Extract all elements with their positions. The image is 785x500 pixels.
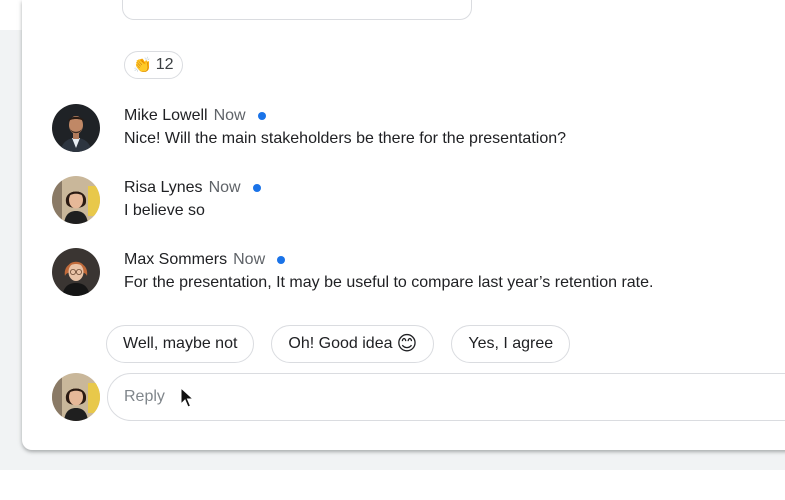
message-timestamp: Now <box>213 107 246 124</box>
unread-dot-icon <box>252 184 261 192</box>
unread-dot-icon <box>277 256 286 264</box>
sender-name[interactable]: Mike Lowell <box>124 107 208 125</box>
mouse-pointer-icon <box>180 386 195 414</box>
reply-input[interactable]: Reply <box>107 373 785 421</box>
reaction-chip[interactable]: 👏 12 <box>124 51 184 79</box>
smart-reply-suggestions: Well, maybe not Oh! Good idea 😊 Yes, I a… <box>106 325 571 363</box>
message-text: Nice! Will the main stakeholders be ther… <box>124 130 567 147</box>
avatar-max-sommers[interactable] <box>52 248 100 296</box>
previous-message-bubble <box>122 0 472 20</box>
reply-placeholder: Reply <box>124 388 165 405</box>
message-item: Risa Lynes Now I believe so <box>124 177 261 220</box>
message-text: I believe so <box>124 202 205 219</box>
reaction-count: 12 <box>155 56 174 73</box>
chat-thread-card: 👏 12 Mike Lowell Now Nice! Will the main… <box>22 0 785 450</box>
avatar-risa-lynes[interactable] <box>52 176 100 224</box>
unread-dot-icon <box>257 112 266 120</box>
message-timestamp: Now <box>208 179 241 196</box>
message-item: Mike Lowell Now Nice! Will the main stak… <box>124 105 566 148</box>
smiling-face-icon: 😊 <box>396 333 418 355</box>
message-item: Max Sommers Now For the presentation, It… <box>124 249 653 292</box>
smart-reply-label: Well, maybe not <box>123 335 238 352</box>
message-timestamp: Now <box>233 251 266 268</box>
avatar-current-user[interactable] <box>52 373 100 421</box>
smart-reply-chip[interactable]: Yes, I agree <box>451 325 571 363</box>
clapping-hands-icon: 👏 <box>133 56 152 74</box>
smart-reply-chip[interactable]: Oh! Good idea 😊 <box>271 325 435 363</box>
sender-name[interactable]: Max Sommers <box>124 251 227 269</box>
smart-reply-label: Yes, I agree <box>468 335 554 352</box>
avatar-mike-lowell[interactable] <box>52 104 100 152</box>
smart-reply-chip[interactable]: Well, maybe not <box>106 325 255 363</box>
smart-reply-label: Oh! Good idea <box>288 335 393 352</box>
message-text: For the presentation, It may be useful t… <box>124 274 654 291</box>
sender-name[interactable]: Risa Lynes <box>124 179 203 197</box>
